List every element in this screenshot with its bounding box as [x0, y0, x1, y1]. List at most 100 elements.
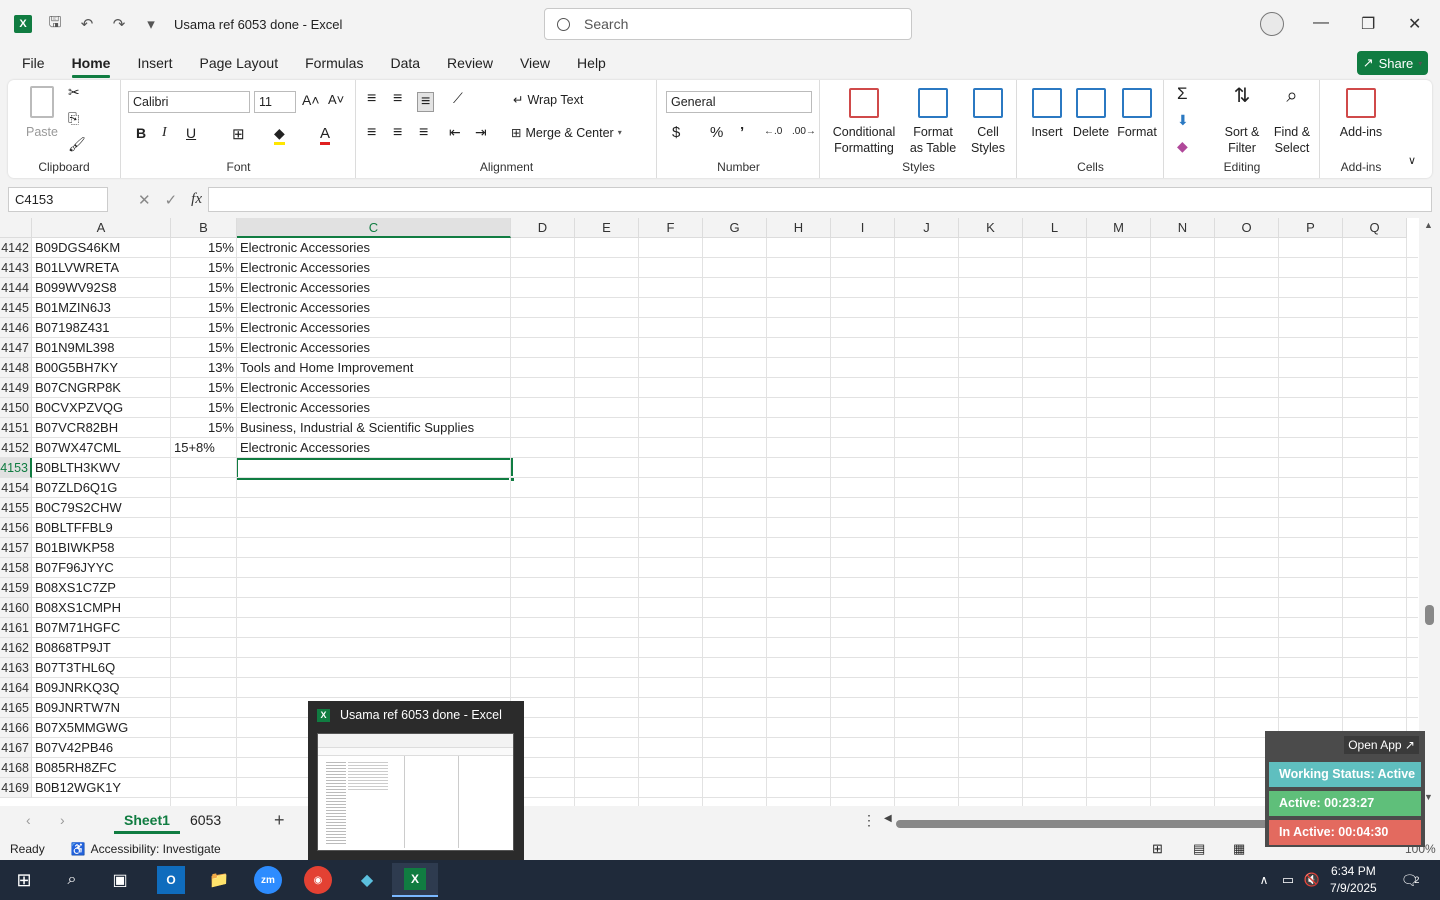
- column-header-a[interactable]: A: [32, 218, 171, 238]
- addins-button[interactable]: Add-ins: [1329, 88, 1393, 140]
- cell-a[interactable]: B07V42PB46: [35, 738, 113, 758]
- cell-b[interactable]: 15%: [171, 318, 234, 338]
- column-header-n[interactable]: N: [1151, 218, 1215, 238]
- tab-file[interactable]: File: [22, 51, 45, 75]
- cell-a[interactable]: B01BIWKP58: [35, 538, 115, 558]
- formula-input[interactable]: [208, 187, 1432, 212]
- cell-b[interactable]: 15%: [171, 238, 234, 258]
- tab-data[interactable]: Data: [390, 51, 420, 75]
- column-header-c[interactable]: C: [237, 218, 511, 238]
- align-center-icon[interactable]: ≡: [393, 124, 402, 142]
- tab-insert[interactable]: Insert: [137, 51, 172, 75]
- cell-a[interactable]: B08XS1CMPH: [35, 598, 121, 618]
- app-diamond-icon[interactable]: ◆: [353, 866, 381, 894]
- cell-a[interactable]: B0B12WGK1Y: [35, 778, 121, 798]
- row-header[interactable]: 4160: [0, 598, 32, 618]
- row-header[interactable]: 4148: [0, 358, 32, 378]
- row-header[interactable]: 4147: [0, 338, 32, 358]
- cell-b[interactable]: 13%: [171, 358, 234, 378]
- cell-a[interactable]: B01MZIN6J3: [35, 298, 111, 318]
- cell-a[interactable]: B085RH8ZFC: [35, 758, 117, 778]
- notifications-icon[interactable]: 🗨 2: [1396, 866, 1424, 894]
- collapse-ribbon-icon[interactable]: ∨: [1408, 154, 1416, 167]
- sort-filter-button[interactable]: ⇅ Sort & Filter: [1217, 86, 1267, 156]
- align-bottom-icon[interactable]: ≡: [417, 92, 435, 112]
- cell-b[interactable]: 15%: [171, 378, 234, 398]
- clock[interactable]: 6:34 PM 7/9/2025: [1330, 863, 1377, 897]
- delete-cells-button[interactable]: Delete: [1070, 88, 1112, 140]
- row-header[interactable]: 4169: [0, 778, 32, 798]
- italic-button[interactable]: I: [162, 125, 167, 141]
- align-middle-icon[interactable]: ≡: [393, 90, 402, 108]
- cell-a[interactable]: B07CNGRP8K: [35, 378, 121, 398]
- tab-home[interactable]: Home: [71, 51, 110, 78]
- column-header-j[interactable]: J: [895, 218, 959, 238]
- insert-function-icon[interactable]: fx: [191, 191, 202, 208]
- cell-c[interactable]: Electronic Accessories: [240, 318, 370, 338]
- row-header[interactable]: 4166: [0, 718, 32, 738]
- prev-sheet-icon[interactable]: ‹: [26, 812, 31, 828]
- row-header[interactable]: 4153: [0, 458, 32, 478]
- scroll-left-icon[interactable]: ◀: [884, 813, 892, 824]
- tab-review[interactable]: Review: [447, 51, 493, 75]
- row-header[interactable]: 4161: [0, 618, 32, 638]
- cell-a[interactable]: B07M71HGFC: [35, 618, 120, 638]
- account-avatar[interactable]: [1260, 12, 1284, 36]
- column-header-g[interactable]: G: [703, 218, 767, 238]
- scroll-down-icon[interactable]: ▼: [1424, 792, 1433, 802]
- row-header[interactable]: 4144: [0, 278, 32, 298]
- sheet-tab-6053[interactable]: 6053: [180, 806, 231, 834]
- share-button[interactable]: ↗ Share ▾: [1357, 51, 1428, 75]
- cell-a[interactable]: B01LVWRETA: [35, 258, 119, 278]
- column-header-k[interactable]: K: [959, 218, 1023, 238]
- excel-taskbar-icon[interactable]: X: [392, 863, 438, 897]
- comma-icon[interactable]: ’: [740, 124, 744, 141]
- vertical-scroll-thumb[interactable]: [1425, 605, 1434, 625]
- cell-a[interactable]: B08XS1C7ZP: [35, 578, 116, 598]
- row-header[interactable]: 4143: [0, 258, 32, 278]
- cell-c[interactable]: Electronic Accessories: [240, 258, 370, 278]
- row-header[interactable]: 4150: [0, 398, 32, 418]
- row-header[interactable]: 4155: [0, 498, 32, 518]
- windows-start-icon[interactable]: ⊞: [10, 866, 38, 894]
- volume-icon[interactable]: 🔇: [1298, 866, 1326, 894]
- file-explorer-icon[interactable]: 📁: [205, 866, 233, 894]
- row-header[interactable]: 4168: [0, 758, 32, 778]
- page-break-view-icon[interactable]: ▦: [1233, 841, 1245, 857]
- column-header-p[interactable]: P: [1279, 218, 1343, 238]
- more-options-icon[interactable]: ⋮: [862, 812, 876, 829]
- task-view-icon[interactable]: ▣: [106, 866, 134, 894]
- cell-c[interactable]: Electronic Accessories: [240, 278, 370, 298]
- cell-c[interactable]: Electronic Accessories: [240, 338, 370, 358]
- tab-formulas[interactable]: Formulas: [305, 51, 363, 75]
- percent-icon[interactable]: %: [710, 124, 723, 141]
- row-header[interactable]: 4165: [0, 698, 32, 718]
- page-layout-view-icon[interactable]: ▤: [1193, 841, 1205, 857]
- align-right-icon[interactable]: ≡: [419, 124, 428, 142]
- normal-view-icon[interactable]: ⊞: [1152, 841, 1163, 857]
- cell-c[interactable]: Electronic Accessories: [240, 438, 370, 458]
- row-header[interactable]: 4145: [0, 298, 32, 318]
- font-size-select[interactable]: 11: [254, 91, 296, 113]
- increase-indent-icon[interactable]: ⇥: [475, 124, 487, 141]
- fill-color-icon[interactable]: ◆: [274, 125, 285, 145]
- column-header-b[interactable]: B: [171, 218, 237, 238]
- insert-cells-button[interactable]: Insert: [1026, 88, 1068, 140]
- decrease-font-icon[interactable]: A˅: [328, 92, 344, 107]
- row-header[interactable]: 4149: [0, 378, 32, 398]
- chrome-icon[interactable]: ◉: [304, 866, 332, 894]
- conditional-formatting-button[interactable]: Conditional Formatting: [825, 88, 903, 156]
- merge-center-button[interactable]: ⊞ Merge & Center ▾: [511, 125, 622, 141]
- format-cells-button[interactable]: Format: [1114, 88, 1160, 140]
- vertical-scrollbar[interactable]: ▲ ▼: [1419, 218, 1440, 806]
- row-header[interactable]: 4163: [0, 658, 32, 678]
- redo-icon[interactable]: ↷: [110, 15, 128, 33]
- tab-page-layout[interactable]: Page Layout: [199, 51, 278, 75]
- font-name-select[interactable]: Calibri: [128, 91, 250, 113]
- cell-c[interactable]: Electronic Accessories: [240, 238, 370, 258]
- wrap-text-button[interactable]: ↵ Wrap Text: [513, 92, 583, 108]
- column-header-m[interactable]: M: [1087, 218, 1151, 238]
- cell-a[interactable]: B0C79S2CHW: [35, 498, 122, 518]
- cell-a[interactable]: B0CVXPZVQG: [35, 398, 123, 418]
- cell-b[interactable]: 15%: [171, 278, 234, 298]
